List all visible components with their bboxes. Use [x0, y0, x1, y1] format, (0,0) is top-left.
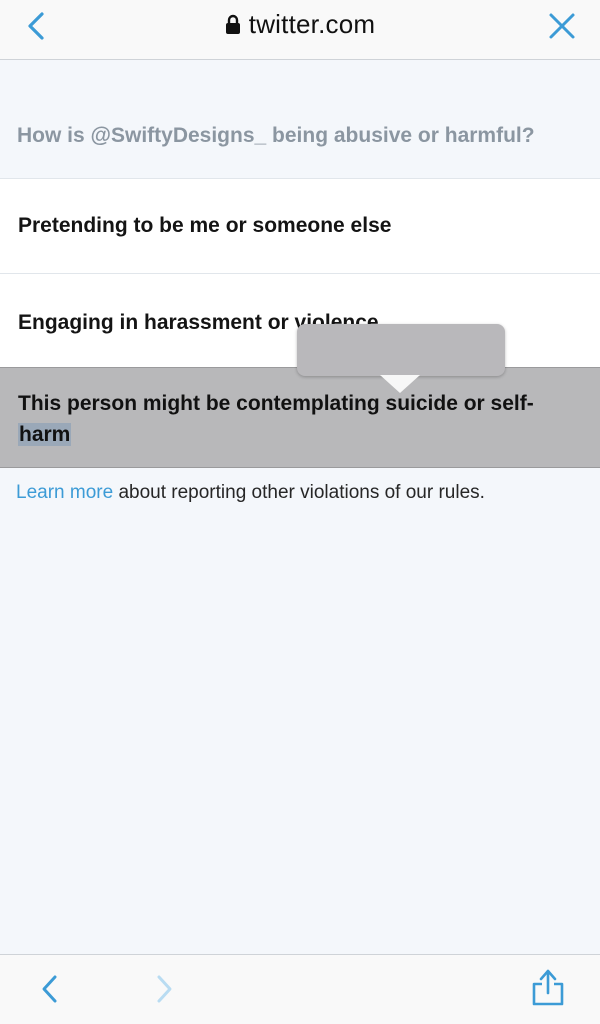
browser-top-bar: twitter.com: [0, 0, 600, 60]
twitter-report-page: twitter.com How is @SwiftyDesigns_ being…: [0, 0, 600, 1024]
close-icon: [549, 13, 575, 39]
close-button[interactable]: [544, 8, 580, 44]
report-option-impersonation[interactable]: Pretending to be me or someone else: [0, 178, 600, 273]
toolbar-forward-button[interactable]: [146, 971, 182, 1007]
lock-icon: [225, 14, 240, 34]
callout-arrow: [380, 375, 420, 393]
report-footnote: Learn more about reporting other violati…: [16, 482, 586, 504]
share-button[interactable]: [528, 965, 568, 1009]
chevron-left-icon: [42, 975, 57, 1003]
chevron-right-icon: [157, 975, 172, 1003]
learn-more-link[interactable]: Learn more: [16, 482, 113, 503]
footnote-text: about reporting other violations of our …: [113, 482, 485, 503]
toolbar-back-button[interactable]: [32, 971, 68, 1007]
selected-text: harm: [18, 423, 72, 446]
option-label: This person might be contemplating suici…: [18, 392, 534, 415]
report-option-self-harm[interactable]: This person might be contemplating suici…: [0, 367, 600, 468]
report-question: How is @SwiftyDesigns_ being abusive or …: [17, 124, 535, 147]
address-bar[interactable]: twitter.com: [0, 9, 600, 39]
browser-bottom-toolbar: [0, 954, 600, 1024]
text-selection-menu[interactable]: [297, 324, 505, 376]
option-label: Pretending to be me or someone else: [18, 214, 392, 237]
url-text: twitter.com: [248, 8, 376, 39]
share-icon: [532, 969, 564, 1006]
